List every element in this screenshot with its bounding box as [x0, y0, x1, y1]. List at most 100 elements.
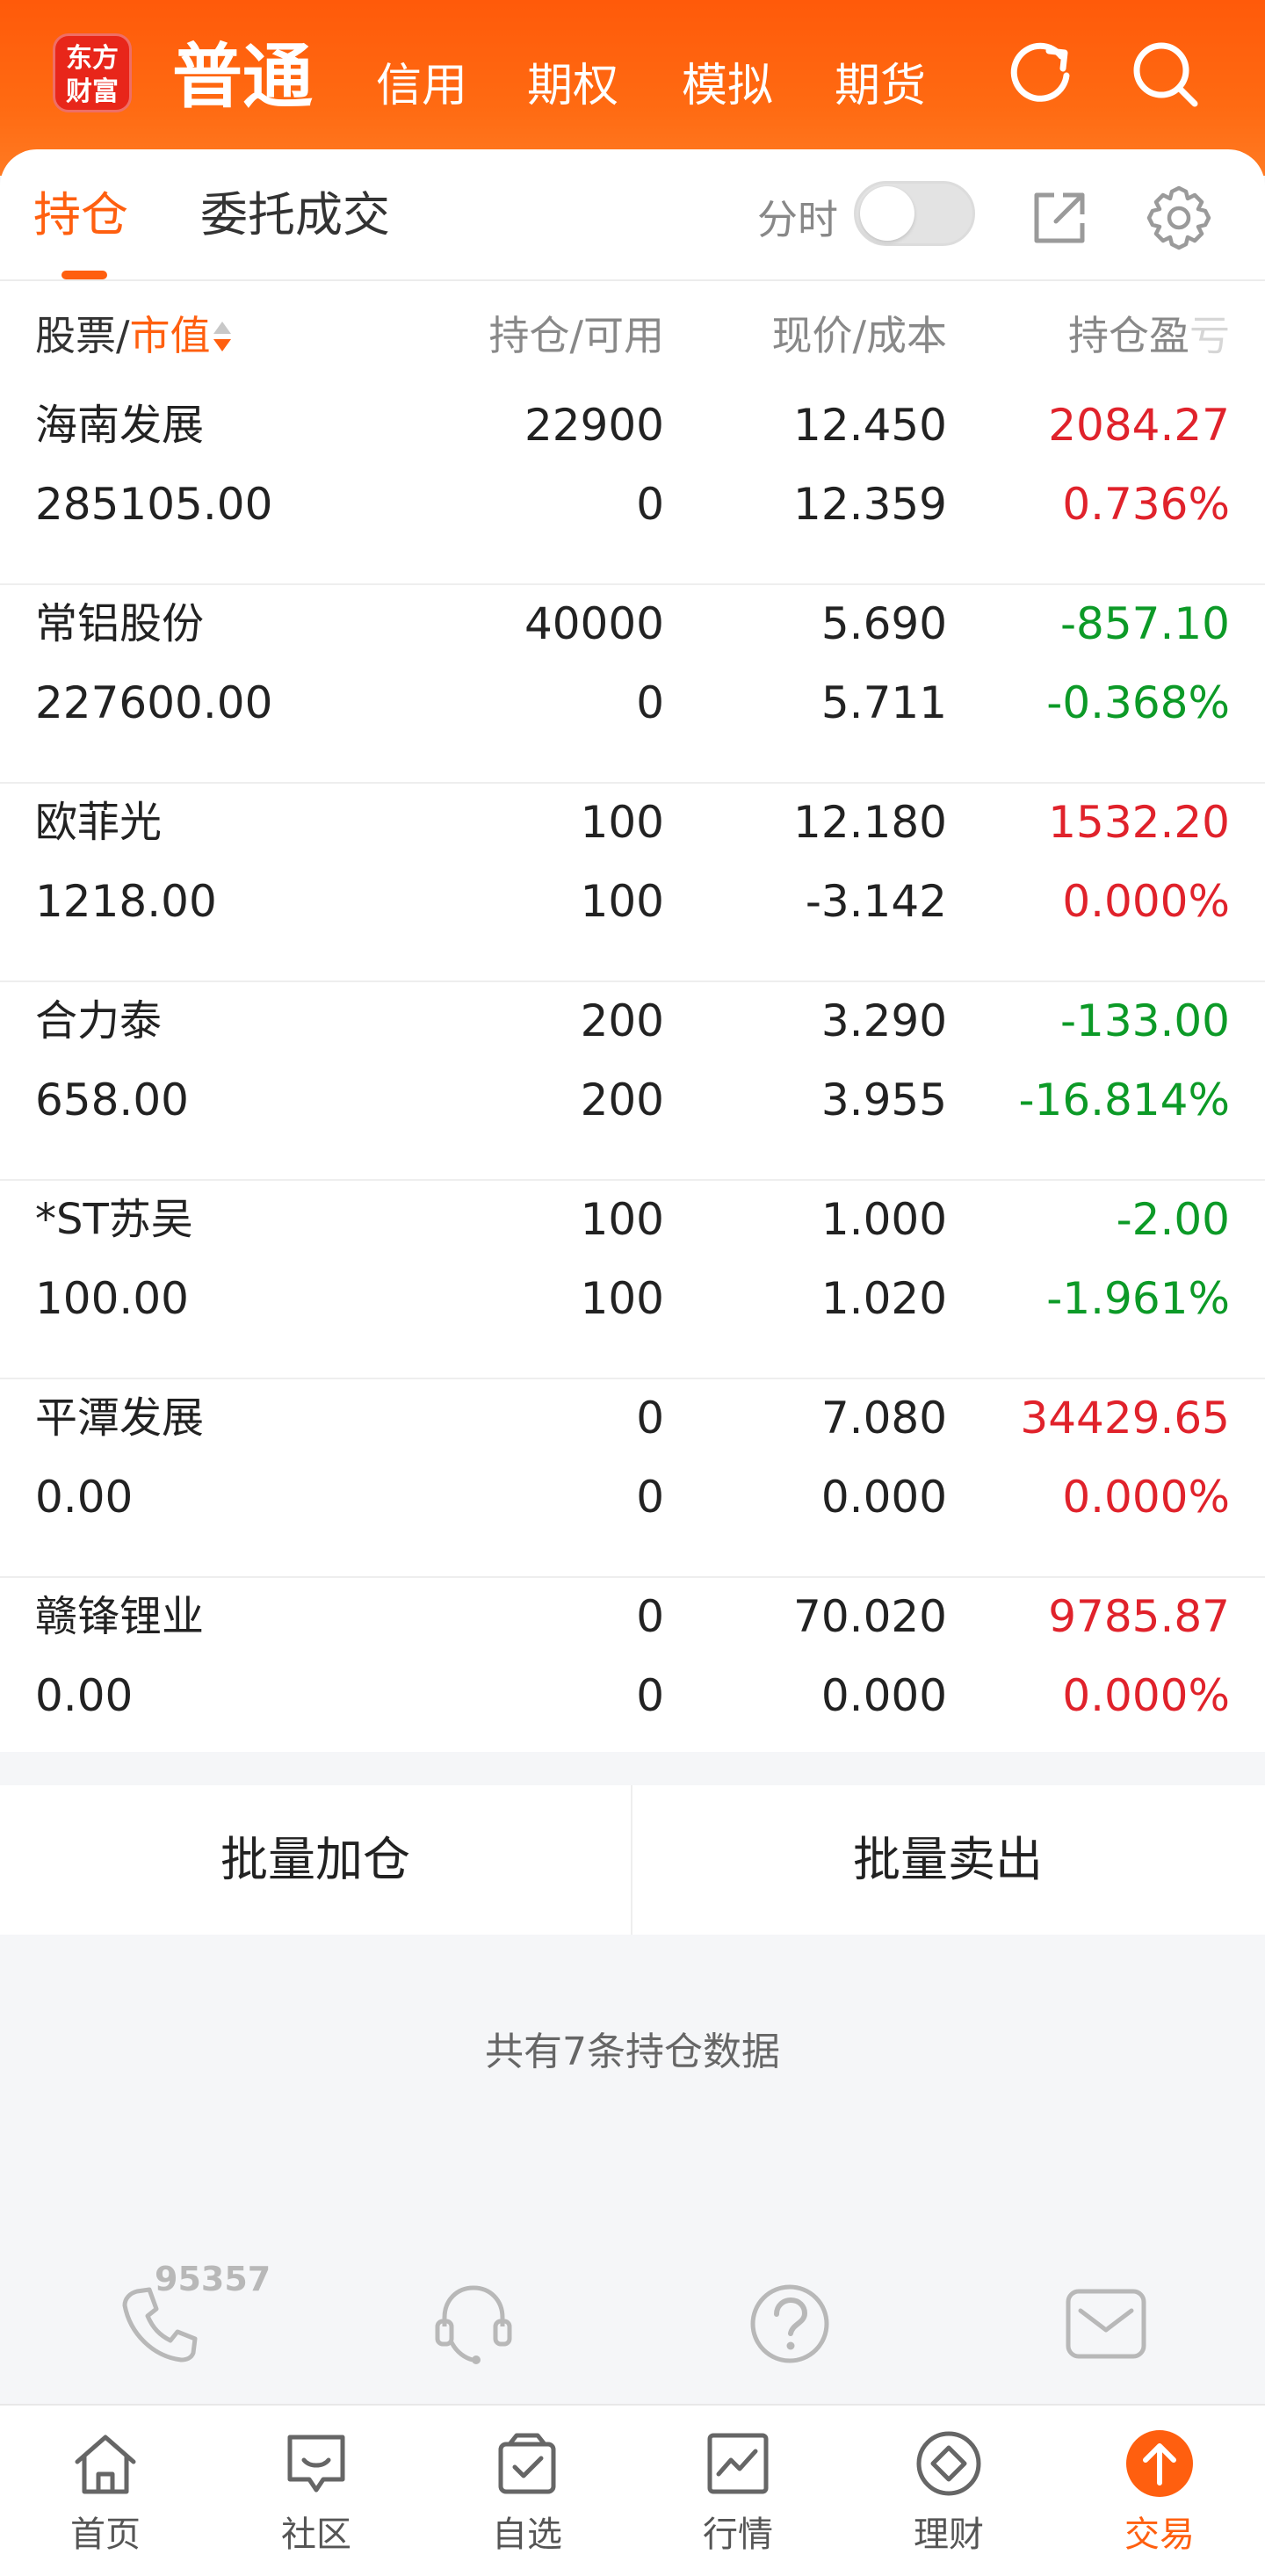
hotline-number[interactable]: 95357	[155, 2258, 271, 2300]
cost-price: 1.020	[820, 1273, 947, 1324]
current-price: 70.020	[793, 1591, 947, 1642]
positions-card: 持仓 委托成交 分时 股票/市值 持仓/可用 现价/成本 持仓盈亏 海南发展 28…	[0, 149, 1265, 1752]
cost-price: 5.711	[820, 677, 947, 728]
refresh-icon[interactable]	[1003, 37, 1077, 111]
mail-icon[interactable]	[1058, 2276, 1154, 2372]
toggle-knob	[860, 186, 914, 241]
position-row[interactable]: 常铝股份 227600.00 40000 0 5.690 5.711 -857.10 -0.3…	[0, 585, 1265, 784]
current-price: 1.000	[820, 1194, 947, 1245]
market-icon	[707, 2433, 769, 2494]
search-icon[interactable]	[1128, 37, 1202, 111]
header-stock-marketvalue[interactable]: 股票/市值	[35, 309, 232, 362]
stock-name: 欧菲光	[35, 798, 163, 847]
cost-price: 0.000	[820, 1472, 947, 1523]
header-position-available[interactable]: 持仓/可用	[489, 309, 665, 362]
positions-count-text: 共有7条持仓数据	[485, 2030, 780, 2074]
tab-simulation[interactable]: 模拟	[682, 58, 773, 114]
header-pl-text-faded: 亏	[1189, 312, 1230, 359]
market-value: 0.00	[35, 1472, 134, 1523]
stock-name: 常铝股份	[35, 599, 205, 648]
fenshi-label: 分时	[757, 196, 838, 243]
available-qty: 200	[580, 1075, 664, 1125]
profit-loss: 9785.87	[1048, 1591, 1230, 1642]
batch-add-button[interactable]: 批量加仓	[0, 1785, 631, 1935]
home-icon	[75, 2435, 136, 2494]
trade-icon	[1126, 2430, 1193, 2497]
cost-price: 3.955	[820, 1075, 947, 1125]
nav-wealth[interactable]: 理财	[843, 2406, 1054, 2576]
nav-label: 自选	[492, 2514, 562, 2555]
headset-icon[interactable]	[425, 2276, 522, 2372]
header-profit-loss[interactable]: 持仓盈亏	[1068, 309, 1230, 362]
nav-market[interactable]: 行情	[632, 2406, 843, 2576]
header-pl-text: 持仓盈	[1068, 312, 1189, 359]
available-qty: 100	[580, 1273, 664, 1324]
logo-text-line2: 财富	[66, 76, 119, 107]
profit-loss-pct: 0.000%	[1062, 1472, 1230, 1523]
help-icon[interactable]	[741, 2276, 838, 2372]
nav-label: 社区	[281, 2514, 351, 2555]
market-value: 227600.00	[35, 677, 273, 728]
bottom-navigation: 首页 社区 自选 行情 理财 交易	[0, 2404, 1265, 2576]
cost-price: 0.000	[820, 1670, 947, 1721]
header-stock-label: 股票	[35, 312, 116, 359]
logo-text-line1: 东方	[66, 43, 119, 74]
holding-qty: 100	[580, 797, 664, 848]
position-row[interactable]: 赣锋锂业 0.00 0 0 70.020 0.000 9785.87 0.000%	[0, 1578, 1265, 1776]
stock-name: 合力泰	[35, 996, 163, 1046]
watchlist-icon	[498, 2433, 556, 2494]
community-icon	[287, 2435, 345, 2493]
wealth-icon	[916, 2431, 981, 2496]
market-value: 0.00	[35, 1670, 134, 1721]
nav-trade[interactable]: 交易	[1054, 2406, 1265, 2576]
tab-positions[interactable]: 持仓	[33, 185, 128, 246]
nav-label: 理财	[914, 2514, 984, 2555]
holding-qty: 22900	[524, 400, 664, 451]
current-price: 5.690	[820, 598, 947, 649]
profit-loss: 34429.65	[1020, 1393, 1230, 1444]
nav-label: 交易	[1124, 2514, 1195, 2555]
positions-list: 海南发展 285105.00 22900 0 12.450 12.359 2084.27 0.…	[0, 387, 1265, 1776]
position-row[interactable]: 平潭发展 0.00 0 0 7.080 0.000 34429.65 0.000%	[0, 1379, 1265, 1578]
holding-qty: 0	[636, 1591, 664, 1642]
tab-orders-trades[interactable]: 委托成交	[200, 185, 390, 246]
holding-qty: 40000	[524, 598, 664, 649]
position-row[interactable]: *ST苏吴 100.00 100 100 1.000 1.020 -2.00 -1.961%	[0, 1181, 1265, 1379]
profit-loss-pct: -16.814%	[1018, 1075, 1230, 1125]
current-price: 12.180	[793, 797, 947, 848]
profit-loss-pct: -1.961%	[1046, 1273, 1230, 1324]
settings-gear-icon[interactable]	[1144, 183, 1214, 253]
available-qty: 100	[580, 876, 664, 927]
header-price-cost[interactable]: 现价/成本	[772, 309, 948, 362]
market-value: 100.00	[35, 1273, 189, 1324]
market-value: 285105.00	[35, 479, 273, 530]
current-price: 12.450	[793, 400, 947, 451]
available-qty: 0	[636, 479, 664, 530]
nav-home[interactable]: 首页	[0, 2406, 211, 2576]
position-row[interactable]: 欧菲光 1218.00 100 100 12.180 -3.142 1532.20 0.000…	[0, 784, 1265, 982]
batch-actions: 批量加仓 批量卖出	[0, 1785, 1265, 1935]
holding-qty: 200	[580, 995, 664, 1046]
header-marketvalue-label: 市值	[129, 312, 211, 359]
fenshi-toggle[interactable]	[854, 181, 975, 246]
current-price: 7.080	[820, 1393, 947, 1444]
current-price: 3.290	[820, 995, 947, 1046]
nav-watchlist[interactable]: 自选	[422, 2406, 632, 2576]
tab-credit[interactable]: 信用	[376, 58, 467, 114]
cost-price: -3.142	[805, 876, 947, 927]
position-row[interactable]: 海南发展 285105.00 22900 0 12.450 12.359 2084.27 0.…	[0, 387, 1265, 585]
market-value: 658.00	[35, 1075, 189, 1125]
profit-loss-pct: 0.736%	[1062, 479, 1230, 530]
tab-options[interactable]: 期权	[527, 58, 618, 114]
nav-label: 行情	[703, 2514, 773, 2555]
nav-label: 首页	[70, 2514, 141, 2555]
profit-loss: -857.10	[1060, 598, 1230, 649]
tab-normal[interactable]: 普通	[172, 35, 313, 119]
batch-sell-button[interactable]: 批量卖出	[632, 1785, 1263, 1935]
tab-futures[interactable]: 期货	[835, 58, 926, 114]
profit-loss-pct: 0.000%	[1062, 876, 1230, 927]
share-external-icon[interactable]	[1024, 183, 1095, 253]
position-row[interactable]: 合力泰 658.00 200 200 3.290 3.955 -133.00 -16.814%	[0, 982, 1265, 1181]
stock-name: *ST苏吴	[35, 1195, 193, 1244]
nav-community[interactable]: 社区	[211, 2406, 422, 2576]
